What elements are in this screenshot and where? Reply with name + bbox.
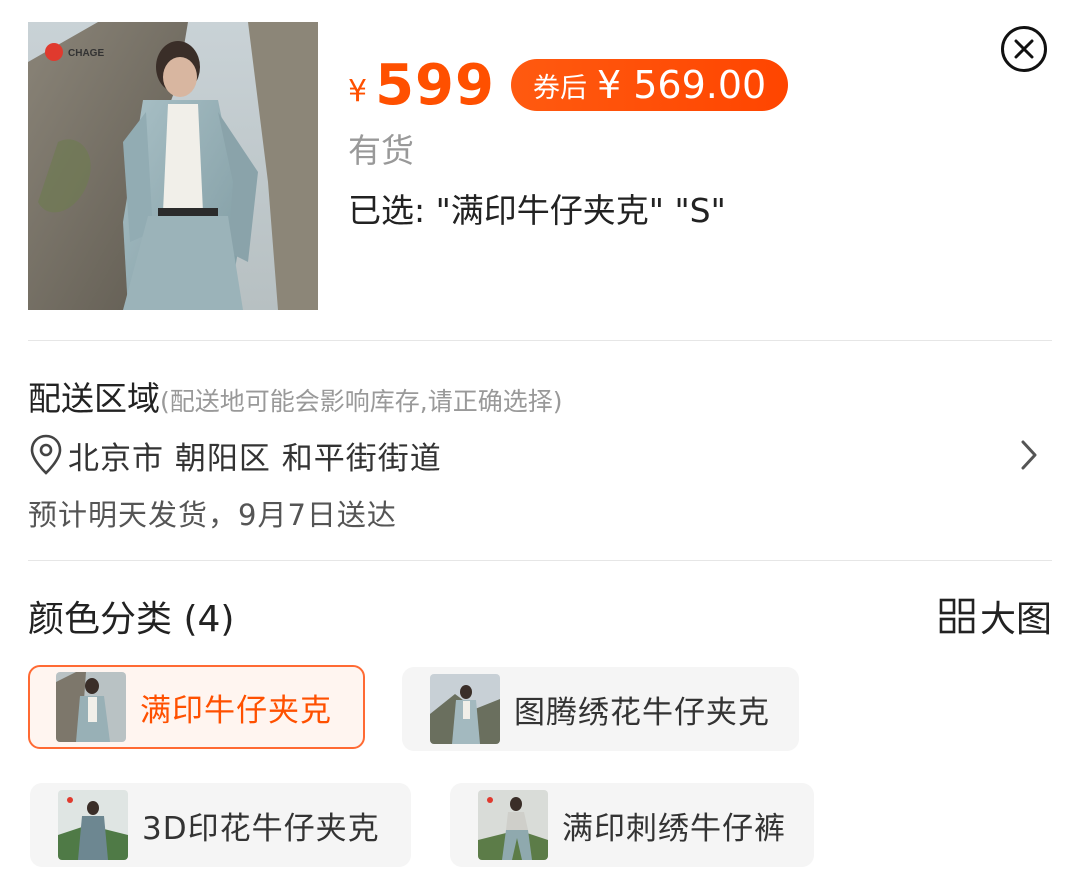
selected-variant-text: 已选: "满印牛仔夹克" "S" [348, 191, 726, 230]
coupon-price: ¥ 569.00 [597, 63, 767, 107]
color-category-title: 颜色分类 (4) [28, 599, 235, 640]
price-row: ¥ 599 券后 ¥ 569.00 [348, 50, 789, 120]
big-image-toggle[interactable]: 大图 [938, 590, 1052, 642]
color-option-label: 满印牛仔夹克 [140, 692, 332, 729]
product-photo: CHAGE [28, 22, 318, 310]
location-pin-icon [30, 434, 62, 475]
stock-status: 有货 [348, 131, 414, 170]
color-option-3[interactable]: 3D印花牛仔夹克 [30, 783, 411, 867]
delivery-title: 配送区域 [28, 379, 160, 418]
divider [28, 560, 1052, 561]
big-image-label: 大图 [979, 599, 1052, 640]
option-thumbnail [478, 790, 548, 860]
brand-logo-text: CHAGE [68, 48, 104, 59]
delivery-eta: 预计明天发货，9月7日送达 [28, 498, 397, 532]
product-thumbnail[interactable]: CHAGE [28, 22, 318, 310]
grid-view-icon [939, 598, 975, 634]
price-value: 599 [375, 52, 495, 118]
address-selector[interactable]: 北京市 朝阳区 和平街街道 [28, 430, 1052, 480]
delivery-header: 配送区域 (配送地可能会影响库存,请正确选择) [28, 372, 562, 420]
color-option-2[interactable]: 图腾绣花牛仔夹克 [402, 667, 799, 751]
close-button[interactable] [1001, 26, 1047, 72]
delivery-address: 北京市 朝阳区 和平街街道 [68, 440, 442, 477]
color-option-label: 满印刺绣牛仔裤 [562, 810, 786, 847]
color-option-label: 图腾绣花牛仔夹克 [514, 694, 770, 731]
coupon-price-badge: 券后 ¥ 569.00 [511, 59, 789, 111]
color-option-4[interactable]: 满印刺绣牛仔裤 [450, 783, 814, 867]
option-thumbnail [56, 672, 126, 742]
option-thumbnail [430, 674, 500, 744]
color-option-1[interactable]: 满印牛仔夹克 [28, 665, 365, 749]
color-option-label: 3D印花牛仔夹克 [142, 810, 380, 847]
coupon-tag: 券后 [533, 72, 587, 104]
chevron-right-icon [1021, 440, 1037, 470]
price-currency: ¥ [348, 73, 368, 109]
divider [28, 340, 1052, 341]
delivery-hint: (配送地可能会影响库存,请正确选择) [160, 387, 563, 416]
close-icon [1014, 39, 1034, 59]
option-thumbnail [58, 790, 128, 860]
